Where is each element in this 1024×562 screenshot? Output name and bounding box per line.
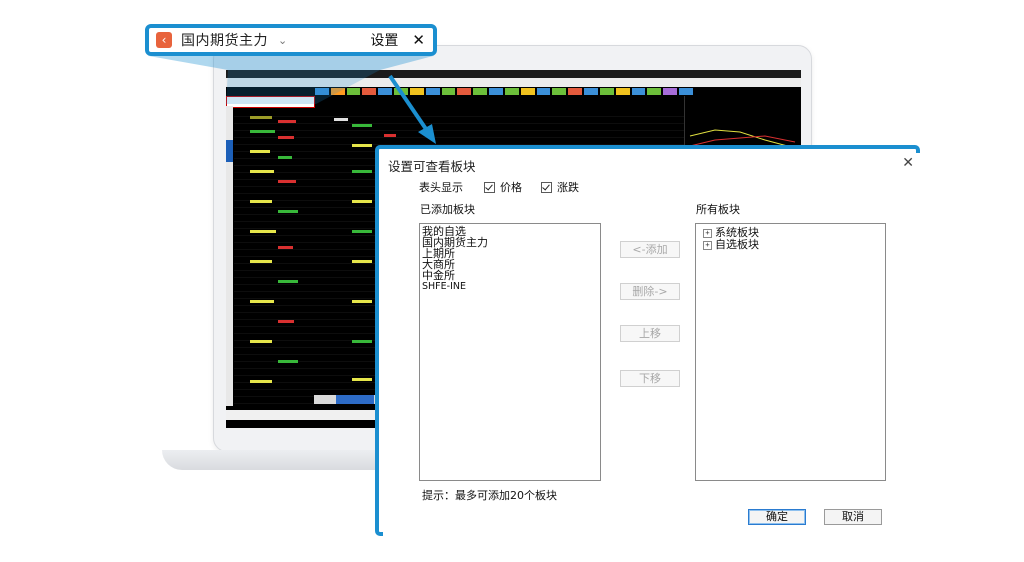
header-display-label: 表头显示 bbox=[419, 181, 463, 194]
added-boards-label: 已添加板块 bbox=[420, 203, 475, 216]
board-title: 国内期货主力 bbox=[181, 33, 268, 49]
close-icon[interactable]: ✕ bbox=[412, 31, 425, 49]
ok-button[interactable]: 确定 bbox=[748, 509, 806, 525]
screen-toolbar bbox=[314, 87, 694, 96]
chevron-left-icon[interactable]: ‹ bbox=[156, 32, 172, 48]
all-boards-label: 所有板块 bbox=[696, 203, 740, 216]
screen-board-selector bbox=[226, 96, 315, 108]
change-checkbox-label: 涨跌 bbox=[557, 181, 579, 194]
remove-button[interactable]: 删除-> bbox=[620, 283, 680, 300]
screen-tab-active bbox=[336, 395, 374, 404]
dialog-close-icon[interactable]: ✕ bbox=[902, 155, 914, 171]
tree-node-label: 自选板块 bbox=[715, 238, 759, 251]
add-button[interactable]: <-添加 bbox=[620, 241, 680, 258]
screen-top-strip bbox=[226, 70, 801, 78]
move-up-button[interactable]: 上移 bbox=[620, 325, 680, 342]
screen-title-bar bbox=[226, 78, 801, 87]
settings-button[interactable]: 设置 bbox=[370, 30, 398, 50]
chevron-down-icon[interactable]: ⌄ bbox=[278, 34, 287, 47]
expand-icon[interactable]: + bbox=[703, 240, 712, 250]
dialog-body: 设置可查看板块 ✕ 表头显示 价格 涨跌 已添加板块 所有板块 我的自选 国内期… bbox=[383, 153, 920, 536]
checkbox-checked-icon[interactable] bbox=[541, 181, 552, 193]
screen-side-tab-active bbox=[226, 140, 233, 162]
cancel-button[interactable]: 取消 bbox=[824, 509, 882, 525]
expand-icon[interactable]: + bbox=[703, 228, 712, 238]
price-checkbox-label: 价格 bbox=[500, 181, 522, 194]
dialog-title: 设置可查看板块 bbox=[388, 159, 476, 174]
board-callout: ‹ 国内期货主力 ⌄ 设置 ✕ bbox=[145, 24, 437, 56]
list-item[interactable]: SHFE-INE bbox=[420, 281, 600, 292]
change-checkbox[interactable]: 涨跌 bbox=[541, 179, 579, 195]
limit-hint: 提示：最多可添加20个板块 bbox=[422, 489, 557, 502]
all-boards-tree[interactable]: + 系统板块 + 自选板块 bbox=[695, 223, 886, 481]
move-down-button[interactable]: 下移 bbox=[620, 370, 680, 387]
checkbox-checked-icon[interactable] bbox=[484, 181, 495, 193]
list-item[interactable]: 中金所 bbox=[420, 270, 600, 281]
settings-dialog: 设置可查看板块 ✕ 表头显示 价格 涨跌 已添加板块 所有板块 我的自选 国内期… bbox=[375, 145, 920, 536]
added-boards-list[interactable]: 我的自选 国内期货主力 上期所 大商所 中金所 SHFE-INE bbox=[419, 223, 601, 481]
price-checkbox[interactable]: 价格 bbox=[484, 179, 522, 195]
tree-node-custom[interactable]: + 自选板块 bbox=[703, 239, 885, 251]
